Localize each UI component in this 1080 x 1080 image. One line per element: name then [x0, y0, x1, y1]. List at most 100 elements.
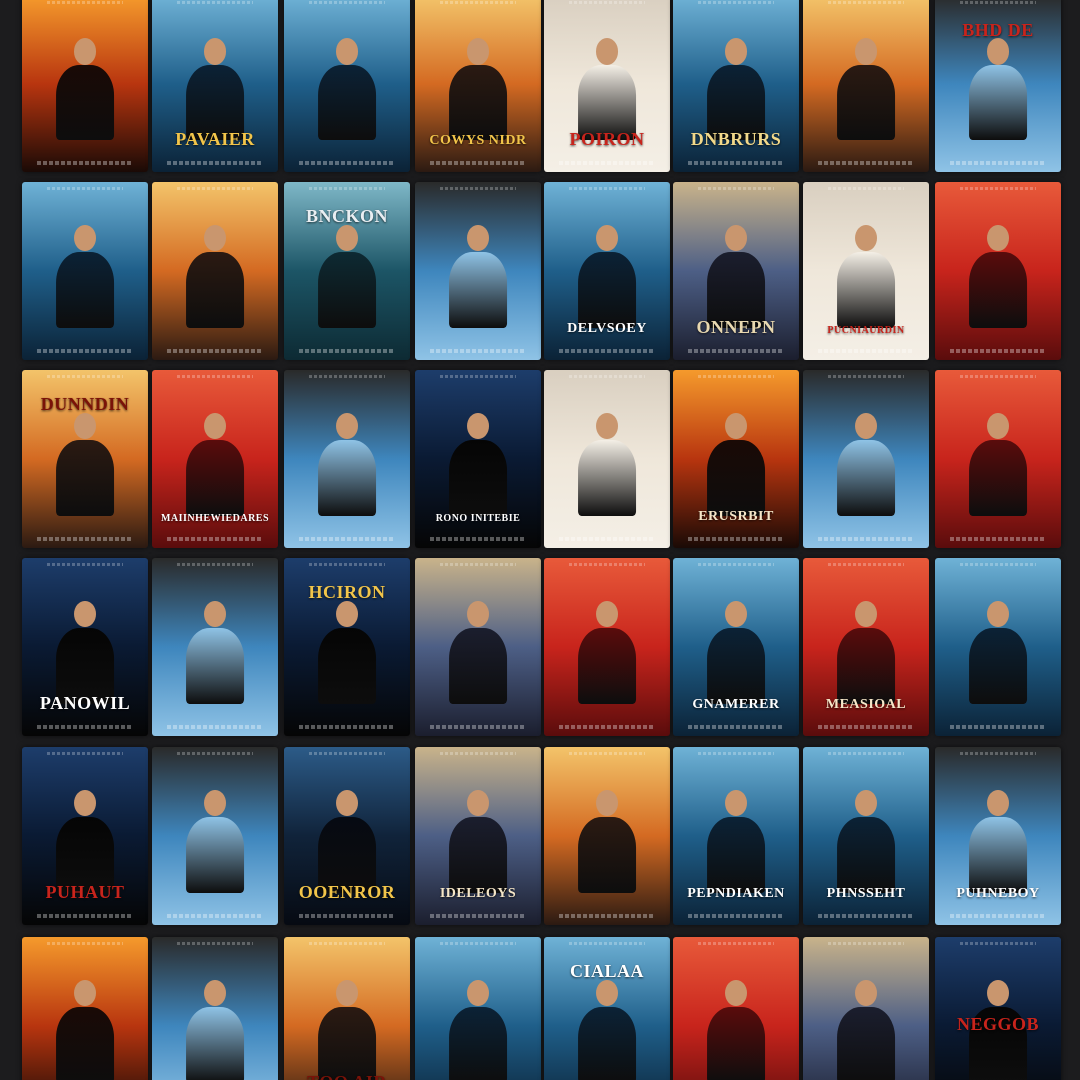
poster-title: BNCKON — [305, 206, 388, 226]
poster-title: OOENROR — [298, 882, 396, 902]
billing-block — [430, 913, 526, 918]
character-figure — [56, 38, 114, 141]
character-figure — [318, 979, 376, 1080]
poster-card[interactable]: PAVAIER — [152, 0, 278, 172]
poster-title: IDELEOYS — [439, 887, 517, 902]
poster-card[interactable]: GNAMERER — [673, 558, 799, 736]
tagline-text — [309, 1, 385, 5]
character-figure — [578, 789, 636, 893]
billing-block — [818, 913, 914, 918]
character-figure — [969, 412, 1027, 516]
billing-block — [818, 348, 914, 353]
poster-card[interactable] — [152, 747, 278, 925]
poster-card[interactable]: ONNEPN — [673, 182, 799, 360]
character-figure — [837, 979, 895, 1080]
tagline-text — [698, 1, 774, 5]
poster-card[interactable]: RONO INITEBIE — [415, 370, 541, 548]
poster-card[interactable]: POIRON — [544, 0, 670, 172]
poster-card[interactable] — [284, 370, 410, 548]
poster-card[interactable] — [415, 558, 541, 736]
tagline-text — [47, 187, 123, 191]
poster-card[interactable]: DNBRURS — [673, 0, 799, 172]
poster-card[interactable] — [544, 747, 670, 925]
poster-card[interactable]: PUHNEBOY — [935, 747, 1061, 925]
poster-card[interactable] — [803, 370, 929, 548]
poster-card[interactable]: BHD DE — [935, 0, 1061, 172]
tagline-text — [177, 187, 253, 191]
poster-card[interactable]: IDELEOYS — [415, 747, 541, 925]
tagline-text — [828, 942, 904, 946]
poster-card[interactable] — [152, 558, 278, 736]
poster-card[interactable] — [22, 0, 148, 172]
character-figure — [186, 600, 244, 704]
poster-title: RONO INITEBIE — [435, 514, 521, 525]
billing-block — [950, 536, 1046, 541]
poster-card[interactable]: PEPNDIAKEN — [673, 747, 799, 925]
poster-card[interactable] — [803, 937, 929, 1080]
poster-title: POIRON — [569, 130, 645, 150]
billing-block — [688, 348, 784, 353]
tagline-text — [828, 563, 904, 567]
poster-card[interactable] — [935, 558, 1061, 736]
tagline-text — [440, 752, 516, 756]
billing-block — [167, 913, 263, 918]
poster-card[interactable] — [544, 370, 670, 548]
character-figure — [837, 224, 895, 328]
poster-card[interactable] — [22, 937, 148, 1080]
poster-title: PHNSSEHT — [826, 887, 906, 902]
poster-card[interactable] — [935, 370, 1061, 548]
billing-block — [818, 536, 914, 541]
poster-card[interactable]: MAIINHEWIEDARES — [152, 370, 278, 548]
poster-card[interactable]: OOENROR — [284, 747, 410, 925]
character-figure — [318, 412, 376, 516]
poster-card[interactable] — [152, 937, 278, 1080]
poster-card[interactable]: MEASIOAL — [803, 558, 929, 736]
billing-block — [688, 536, 784, 541]
billing-block — [950, 913, 1046, 918]
tagline-text — [177, 1, 253, 5]
tagline-text — [698, 375, 774, 379]
poster-card[interactable]: PUHAUT — [22, 747, 148, 925]
poster-card[interactable] — [152, 182, 278, 360]
billing-block — [299, 348, 395, 353]
poster-title: MEASIOAL — [825, 698, 907, 713]
billing-block — [37, 160, 133, 165]
tagline-text — [569, 942, 645, 946]
poster-card[interactable]: TOO AIR — [284, 937, 410, 1080]
character-figure — [969, 600, 1027, 704]
tagline-text — [440, 1, 516, 5]
poster-card[interactable]: PUCNIAURDIN — [803, 182, 929, 360]
poster-card[interactable]: CIALAA — [544, 937, 670, 1080]
poster-card[interactable] — [673, 937, 799, 1080]
poster-card[interactable]: PANOWIL — [22, 558, 148, 736]
billing-block — [688, 724, 784, 729]
poster-card[interactable] — [803, 0, 929, 172]
poster-card[interactable] — [415, 937, 541, 1080]
poster-card[interactable]: DUNNDIN — [22, 370, 148, 548]
billing-block — [299, 536, 395, 541]
character-figure — [837, 412, 895, 516]
poster-card[interactable] — [935, 182, 1061, 360]
billing-block — [167, 160, 263, 165]
poster-title: TOO AIR — [289, 1073, 405, 1080]
poster-title: PUHNEBOY — [956, 887, 1040, 902]
character-figure — [449, 979, 507, 1080]
poster-card[interactable] — [415, 182, 541, 360]
character-figure — [56, 412, 114, 516]
poster-card[interactable] — [284, 0, 410, 172]
poster-card[interactable]: NEGGOB — [935, 937, 1061, 1080]
poster-card[interactable]: ERUSRBIT — [673, 370, 799, 548]
billing-block — [688, 913, 784, 918]
character-figure — [969, 224, 1027, 328]
poster-card[interactable]: DELVSOEY — [544, 182, 670, 360]
poster-card[interactable]: COWYS NIDR — [415, 0, 541, 172]
tagline-text — [698, 563, 774, 567]
billing-block — [430, 536, 526, 541]
tagline-text — [960, 563, 1036, 567]
poster-card[interactable] — [544, 558, 670, 736]
poster-card[interactable] — [22, 182, 148, 360]
poster-card[interactable]: HCIRON — [284, 558, 410, 736]
character-figure — [578, 979, 636, 1080]
poster-card[interactable]: BNCKON — [284, 182, 410, 360]
poster-card[interactable]: PHNSSEHT — [803, 747, 929, 925]
